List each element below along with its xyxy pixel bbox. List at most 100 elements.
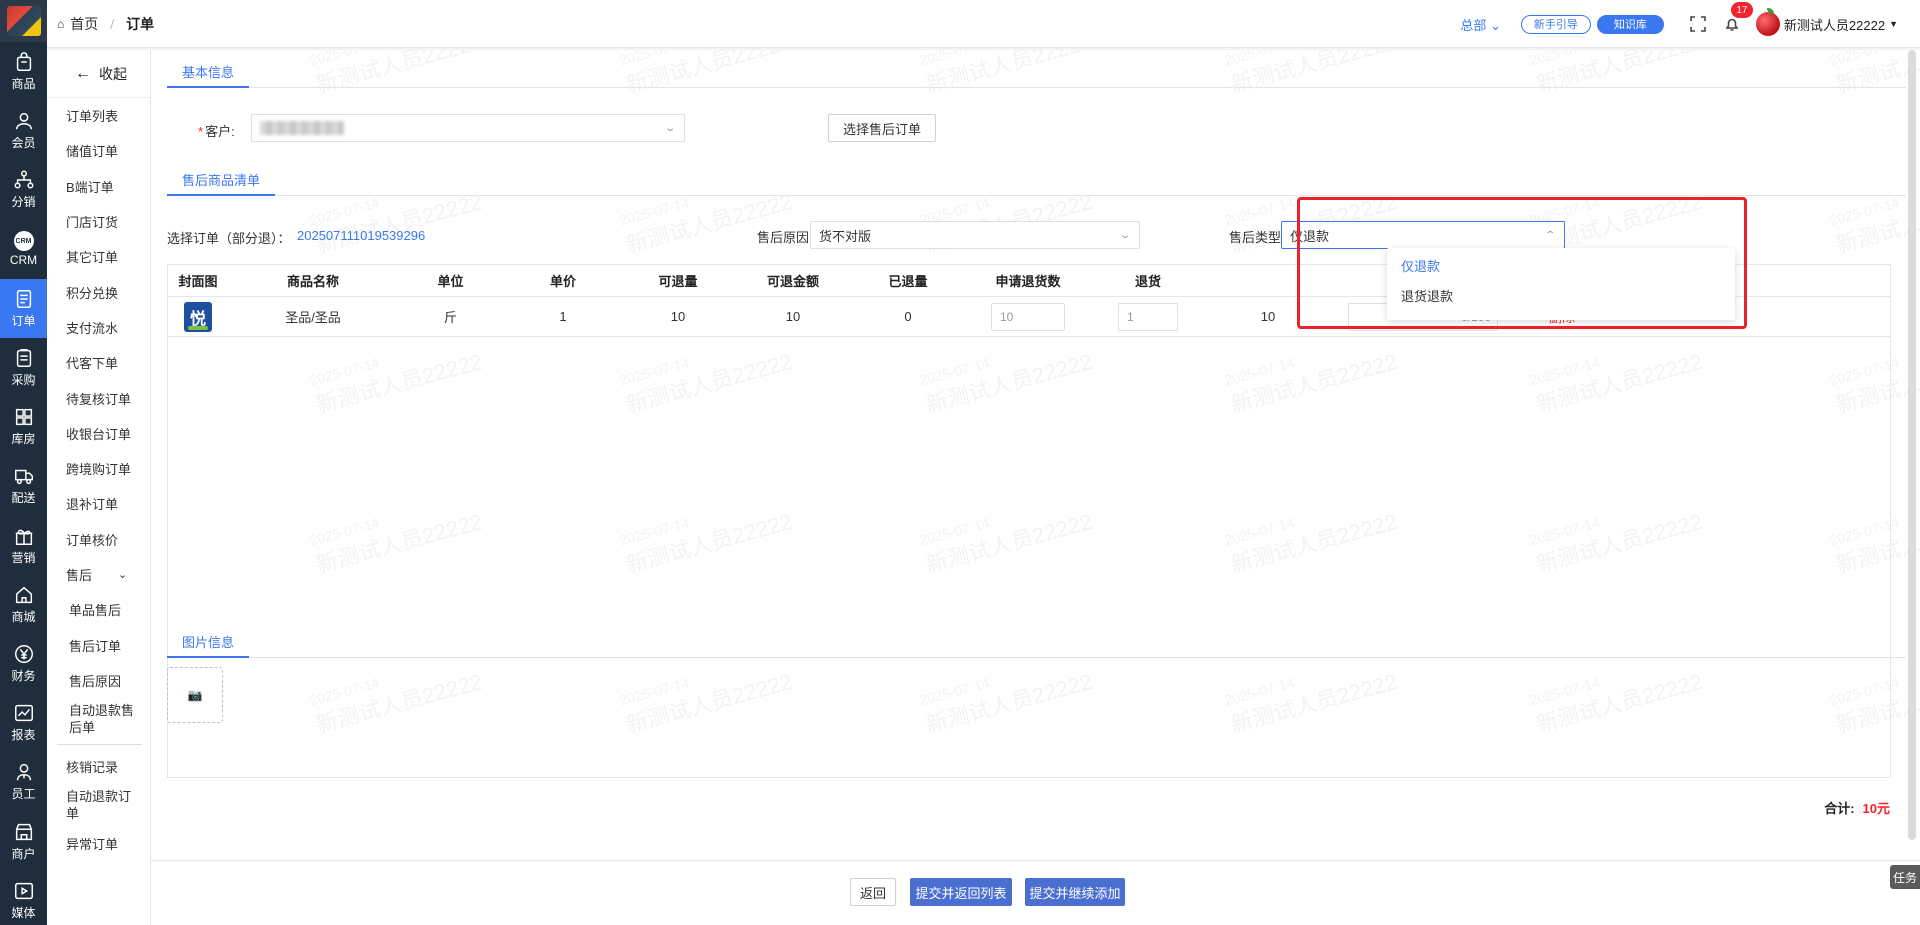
avatar bbox=[1755, 8, 1780, 36]
column-header: 可退金额 bbox=[766, 274, 819, 289]
submenu-item[interactable]: 其它订单 bbox=[47, 239, 150, 274]
column-header: 可退量 bbox=[658, 274, 698, 289]
user-menu[interactable]: 新测试人员22222 ▼ bbox=[1755, 8, 1898, 36]
select-aftersale-order-button[interactable]: 选择售后订单 bbox=[828, 114, 936, 142]
submenu-item[interactable]: 订单列表 bbox=[47, 98, 150, 133]
rail-item[interactable]: 商城 bbox=[0, 575, 47, 634]
customer-select[interactable]: ⌄ bbox=[251, 114, 685, 142]
submenu-item[interactable]: B端订单 bbox=[47, 169, 150, 204]
warehouse-icon bbox=[15, 409, 32, 426]
table-cell: 10 bbox=[623, 297, 733, 336]
submenu-group-aftersale[interactable]: 售后 ⌄ bbox=[47, 557, 150, 592]
fullscreen-icon[interactable] bbox=[1688, 14, 1708, 34]
tab-goods-list[interactable]: 售后商品清单 bbox=[167, 166, 276, 196]
rail-item[interactable]: 分销 bbox=[0, 160, 47, 219]
type-select[interactable]: 仅退款 ⌃ bbox=[1281, 221, 1565, 249]
rail-item[interactable]: 员工 bbox=[0, 752, 47, 811]
rail-item-label: 商户 bbox=[11, 846, 36, 861]
chevron-up-icon: ⌃ bbox=[1543, 230, 1556, 241]
rail-item-label: 财务 bbox=[11, 668, 36, 683]
submenu-subitem[interactable]: 单品售后 bbox=[47, 592, 150, 627]
submenu-item[interactable]: 自动退款订单 bbox=[47, 784, 150, 826]
breadcrumb-home[interactable]: 首页 bbox=[70, 14, 98, 34]
type-option[interactable]: 仅退款 bbox=[1387, 252, 1735, 282]
reason-select[interactable]: 货不对版 ⌄ bbox=[810, 221, 1140, 249]
tab-images[interactable]: 图片信息 bbox=[167, 628, 250, 658]
collapse-menu-button[interactable]: ← 收起 bbox=[47, 50, 150, 98]
submenu-item[interactable]: 支付流水 bbox=[47, 310, 150, 345]
table-cell: 斤 bbox=[398, 297, 503, 336]
main-content: 2025-07-14 新测试人员22222 2025-07-14 新测试人员22222… bbox=[151, 50, 1920, 860]
rail-item[interactable]: 商户 bbox=[0, 811, 47, 870]
rail-item[interactable]: 商品 bbox=[0, 42, 47, 101]
user-name: 新测试人员22222 bbox=[1783, 17, 1886, 33]
rail-item-label: 订单 bbox=[11, 313, 36, 328]
product-name: 圣品/圣品 bbox=[285, 310, 341, 325]
rail-item-label: 商品 bbox=[11, 77, 36, 92]
column-header: 商品名称 bbox=[286, 274, 339, 289]
chevron-down-icon: ⌄ bbox=[118, 569, 128, 581]
submenu-subitem[interactable]: 售后原因 bbox=[47, 663, 150, 698]
type-dropdown: 仅退款 退货退款 bbox=[1387, 248, 1735, 320]
product-thumbnail[interactable]: 悦 bbox=[184, 301, 212, 332]
submenu-item[interactable]: 跨境购订单 bbox=[47, 451, 150, 486]
return-qty-input[interactable]: 1 bbox=[1118, 302, 1178, 331]
rail-item[interactable]: 会员 bbox=[0, 101, 47, 160]
refundable-amount: 10 bbox=[785, 309, 801, 324]
user-icon bbox=[15, 113, 32, 130]
rail-item[interactable]: 订单 bbox=[0, 278, 47, 338]
rail-item[interactable]: 采购 bbox=[0, 338, 47, 397]
submenu-subitem[interactable]: 自动退款售后单 bbox=[47, 698, 150, 740]
table-cell: 10 bbox=[963, 297, 1093, 336]
submit-continue-button[interactable]: 提交并继续添加 bbox=[1025, 878, 1125, 906]
submenu-item[interactable]: 储值订单 bbox=[47, 133, 150, 168]
submenu-item[interactable]: 收银台订单 bbox=[47, 416, 150, 451]
submenu-item[interactable]: 异常订单 bbox=[47, 826, 150, 861]
basic-info-tabbar: 基本信息 bbox=[167, 58, 1906, 88]
rail-item[interactable]: 财务 bbox=[0, 634, 47, 693]
submenu-item[interactable]: 门店订货 bbox=[47, 204, 150, 239]
rail-item-label: 库房 bbox=[11, 432, 36, 447]
submenu-item[interactable]: 订单核价 bbox=[47, 522, 150, 557]
submenu-item[interactable]: 核销记录 bbox=[47, 749, 150, 784]
rail-item-label: 报表 bbox=[11, 728, 36, 743]
submenu-item[interactable]: 积分兑换 bbox=[47, 274, 150, 309]
breadcrumb: ⌂ 首页 / 订单 bbox=[47, 14, 154, 34]
submenu-item[interactable]: 退补订单 bbox=[47, 486, 150, 521]
type-label: 售后类型: bbox=[1229, 230, 1285, 245]
column-header: 封面图 bbox=[178, 274, 218, 289]
total-label: 合计: bbox=[1824, 801, 1855, 816]
submenu-item[interactable]: 代客下单 bbox=[47, 345, 150, 380]
rail-item[interactable]: 库房 bbox=[0, 397, 47, 456]
knowledge-base-button[interactable]: 知识库 bbox=[1596, 14, 1664, 34]
rail-item-label: 采购 bbox=[11, 373, 36, 388]
home-icon[interactable]: ⌂ bbox=[57, 17, 64, 31]
rail-item[interactable]: 营销 bbox=[0, 516, 47, 575]
apply-qty-input[interactable]: 10 bbox=[991, 302, 1065, 331]
hq-switcher[interactable]: 总部 ⌄ bbox=[1460, 15, 1501, 34]
rail-item[interactable]: CRM CRM bbox=[0, 220, 47, 279]
rail-item[interactable]: 报表 bbox=[0, 693, 47, 752]
breadcrumb-current: 订单 bbox=[126, 15, 155, 32]
guide-button[interactable]: 新手引导 bbox=[1520, 14, 1591, 34]
main-nav-rail: 商品会员 分销 CRM CRM 订单采购库房配送 营销 商城财务报表员工商户媒体 bbox=[0, 0, 47, 925]
order-label: 选择订单（部分退）： bbox=[167, 231, 291, 246]
order-number-link[interactable]: 202507111019539296 bbox=[297, 228, 425, 243]
type-option[interactable]: 退货退款 bbox=[1387, 282, 1735, 312]
tab-basic-info[interactable]: 基本信息 bbox=[167, 58, 250, 88]
chevron-down-icon: ⌄ bbox=[1490, 17, 1501, 33]
bell-icon[interactable]: 17 bbox=[1722, 2, 1753, 34]
top-header: ⌂ 首页 / 订单 总部 ⌄ 新手引导 知识库 17 新测试人员22222 ▼ bbox=[47, 0, 1920, 48]
submenu-item[interactable]: 待复核订单 bbox=[47, 380, 150, 415]
rail-item[interactable]: 配送 bbox=[0, 456, 47, 515]
rail-item[interactable]: 媒体 bbox=[0, 871, 47, 925]
task-button[interactable]: 任务 bbox=[1890, 865, 1920, 889]
image-upload[interactable]: 📷 bbox=[167, 667, 223, 723]
unit-price: 1 bbox=[559, 309, 567, 324]
page-scrollbar[interactable] bbox=[1908, 50, 1916, 840]
reason-label: 售后原因: bbox=[757, 230, 813, 245]
submit-return-list-button[interactable]: 提交并返回列表 bbox=[910, 878, 1012, 906]
submenu-subitem[interactable]: 售后订单 bbox=[47, 627, 150, 662]
back-button[interactable]: 返回 bbox=[850, 878, 896, 906]
goods-table: 封面图商品名称单位单价可退量可退金额已退量申请退货数退货备注操作 悦圣品/圣品斤… bbox=[167, 264, 1891, 778]
